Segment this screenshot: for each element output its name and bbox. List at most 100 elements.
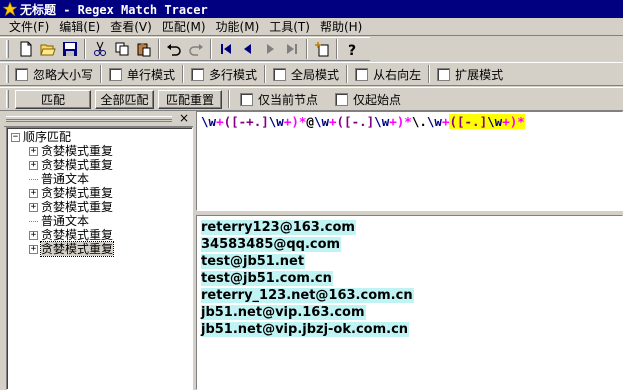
expand-icon[interactable]: + [29, 202, 38, 212]
cut-icon[interactable] [89, 38, 111, 60]
regex-token: * [517, 114, 525, 129]
regex-token: \w [374, 114, 390, 129]
tree-node[interactable]: + 贪婪模式重复 [11, 186, 192, 200]
toolbar-separator [210, 39, 212, 59]
extended-checkbox[interactable]: 扩展模式 [428, 65, 503, 83]
expand-icon[interactable]: + [29, 160, 38, 170]
expand-icon[interactable]: + [29, 230, 38, 240]
paste-icon[interactable] [133, 38, 155, 60]
toolbar-separator [306, 39, 308, 59]
toolbar-grip[interactable] [6, 40, 9, 58]
tree-root-label: 顺序匹配 [23, 130, 72, 144]
text-line: 34583485@qq.com [201, 236, 622, 253]
tree-node-label: 贪婪模式重复 [41, 144, 114, 158]
toolbar-separator [336, 39, 338, 59]
ignore-case-checkbox[interactable]: 忽略大小写 [15, 66, 93, 83]
checkbox-box[interactable] [15, 67, 28, 81]
toolbar-separator [158, 39, 160, 59]
title-bar: 无标题 - Regex Match Tracer [0, 0, 623, 18]
options-separator [346, 65, 349, 83]
first-icon[interactable] [215, 38, 237, 60]
regex-editor[interactable]: \w+([-+.]\w+)*@\w+([-.]\w+)*\.\w+([-.]\w… [196, 111, 623, 211]
expand-icon[interactable]: + [29, 146, 38, 156]
tree-root[interactable]: − 顺序匹配 [11, 130, 192, 144]
global-checkbox[interactable]: 全局模式 [264, 65, 339, 83]
menu-tools[interactable]: 工具(T) [264, 19, 315, 35]
matched-text: reterry_123.net@163.com.cn [201, 288, 414, 303]
text-line: jb51.net@vip.163.com [201, 304, 622, 321]
panel-grip[interactable] [6, 116, 172, 122]
tree-node[interactable]: + 贪婪模式重复 [11, 228, 192, 242]
tree-node[interactable]: + 贪婪模式重复 [11, 200, 192, 214]
tree-node[interactable]: 普通文本 [11, 172, 192, 186]
checkbox-box[interactable] [240, 92, 253, 106]
svg-text:?: ? [348, 43, 356, 57]
collapse-icon[interactable]: − [11, 132, 20, 142]
prev-icon[interactable] [237, 38, 259, 60]
expand-icon[interactable]: + [29, 188, 38, 198]
tree-node-label: 普通文本 [41, 172, 90, 186]
current-node-only-label: 仅当前节点 [258, 92, 319, 107]
global-label: 全局模式 [291, 67, 340, 82]
single-line-checkbox[interactable]: 单行模式 [100, 65, 175, 83]
checkbox-box[interactable] [437, 67, 451, 81]
menu-view[interactable]: 查看(V) [105, 19, 157, 35]
matched-text: reterry123@163.com [201, 220, 356, 235]
options-separator [264, 65, 267, 83]
multi-line-checkbox[interactable]: 多行模式 [182, 65, 257, 83]
toolbar-separator [84, 39, 86, 59]
tree-node-label: 普通文本 [41, 214, 90, 228]
redo-icon[interactable] [185, 38, 207, 60]
help-icon[interactable]: ? [341, 38, 363, 60]
checkbox-box[interactable] [355, 67, 369, 81]
open-folder-icon[interactable] [37, 38, 59, 60]
new-file-icon[interactable] [15, 38, 37, 60]
tree-node-label: 贪婪模式重复 [41, 186, 114, 200]
main-toolbar: ? [0, 37, 370, 61]
current-node-only-checkbox[interactable]: 仅当前节点 [240, 91, 318, 108]
tree-line [29, 220, 38, 222]
checkbox-box[interactable] [191, 67, 205, 81]
menu-match[interactable]: 匹配(M) [157, 19, 211, 35]
menu-function[interactable]: 功能(M) [211, 19, 265, 35]
new-item-icon[interactable] [311, 38, 333, 60]
action-grip[interactable] [6, 90, 9, 108]
matched-text: jb51.net@vip.163.com [201, 305, 366, 320]
options-grip[interactable] [6, 65, 9, 83]
undo-icon[interactable] [163, 38, 185, 60]
tree-panel-header[interactable]: × [4, 111, 193, 127]
source-text-editor[interactable]: reterry123@163.com 34583485@qq.com test@jb… [196, 215, 623, 390]
start-anchor-only-checkbox[interactable]: 仅起始点 [335, 91, 401, 108]
expand-icon[interactable]: + [29, 244, 38, 254]
match-all-button[interactable]: 全部匹配 [95, 89, 154, 109]
tree-node[interactable]: 普通文本 [11, 214, 192, 228]
tree-node-selected[interactable]: + 贪婪模式重复 [11, 241, 192, 257]
tree-node[interactable]: + 贪婪模式重复 [11, 144, 192, 158]
menu-bar: 文件(F) 编辑(E) 查看(V) 匹配(M) 功能(M) 工具(T) 帮助(H… [0, 18, 623, 36]
next-icon[interactable] [259, 38, 281, 60]
right-to-left-checkbox[interactable]: 从右向左 [346, 65, 421, 83]
close-icon[interactable]: × [179, 111, 189, 125]
checkbox-box[interactable] [335, 92, 349, 106]
menu-help[interactable]: 帮助(H) [315, 19, 367, 35]
regex-token: + [216, 114, 224, 129]
menu-edit[interactable]: 编辑(E) [54, 19, 105, 35]
tree-line [29, 178, 38, 180]
match-button[interactable]: 匹配 [15, 89, 91, 109]
save-icon[interactable] [59, 38, 81, 60]
ignore-case-label: 忽略大小写 [33, 67, 94, 82]
match-tree[interactable]: − 顺序匹配 + 贪婪模式重复 + 贪婪模式重复 普通文本 + 贪婪模式重复 + 贪婪模… [6, 127, 193, 390]
regex-token: +) [502, 114, 518, 129]
options-separator [428, 65, 431, 83]
match-reset-button[interactable]: 匹配重置 [158, 89, 222, 109]
last-icon[interactable] [281, 38, 303, 60]
text-line: test@jb51.net [201, 253, 622, 270]
checkbox-box[interactable] [109, 67, 123, 81]
tree-node[interactable]: + 贪婪模式重复 [11, 158, 192, 172]
menu-file[interactable]: 文件(F) [4, 19, 54, 35]
copy-icon[interactable] [111, 38, 133, 60]
text-line: reterry123@163.com [201, 219, 622, 236]
checkbox-box[interactable] [273, 67, 287, 81]
window-title: 无标题 - Regex Match Tracer [20, 2, 208, 17]
text-line: test@jb51.com.cn [201, 270, 622, 287]
